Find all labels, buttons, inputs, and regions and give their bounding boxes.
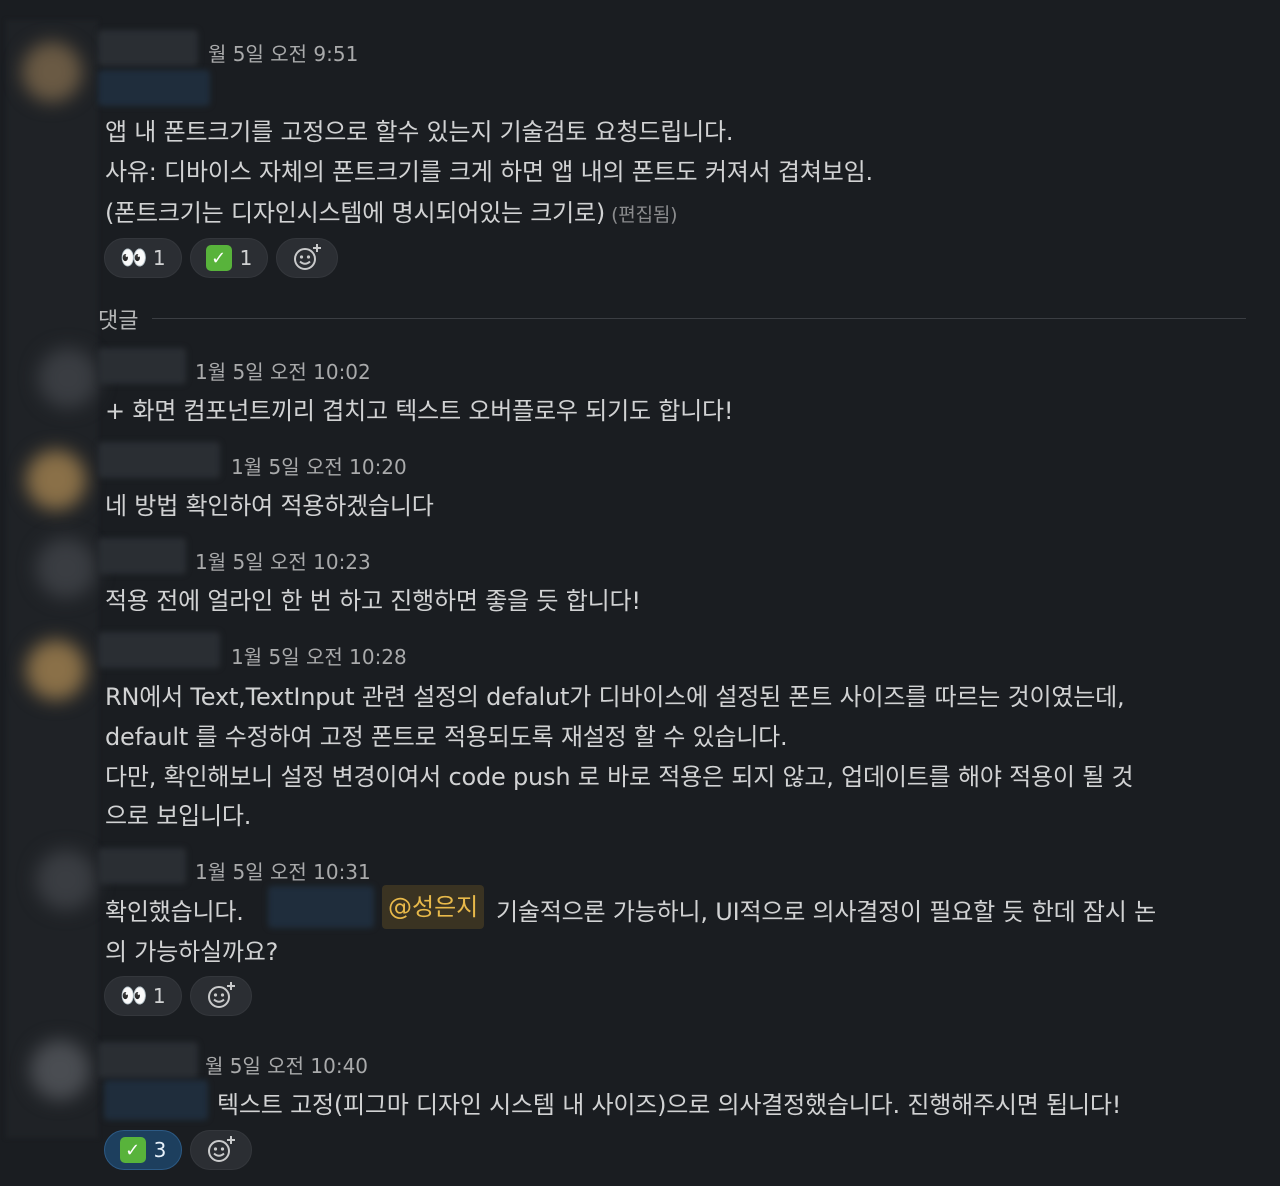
author-name-redacted[interactable] (104, 1080, 208, 1120)
slack-thread: 월 5일 오전 9:51 앱 내 폰트크기를 고정으로 할수 있는지 기술검토 … (0, 0, 1280, 1186)
message-text: 사유: 디바이스 자체의 폰트크기를 크게 하면 앱 내의 폰트도 커져서 겹쳐… (105, 158, 873, 186)
reaction-count: 3 (153, 1138, 167, 1162)
author-name-redacted[interactable] (98, 442, 220, 478)
add-emoji-icon (294, 244, 321, 270)
reaction-count: 1 (239, 246, 253, 270)
message-timestamp[interactable]: 월 5일 오전 10:40 (205, 1050, 368, 1079)
message-text: + 화면 컴포넌트끼리 겹치고 텍스트 오버플로우 되기도 합니다! (105, 397, 734, 425)
eyes-icon: 👀 (120, 245, 147, 271)
add-reaction-button[interactable] (190, 1130, 252, 1170)
author-name-redacted[interactable] (98, 1042, 198, 1078)
mention-redacted[interactable] (268, 886, 374, 928)
message-text: 적용 전에 얼라인 한 번 하고 진행하면 좋을 듯 합니다! (105, 587, 641, 615)
message-timestamp[interactable]: 월 5일 오전 9:51 (208, 38, 358, 67)
white-check-mark-icon: ✓ (119, 1137, 146, 1163)
message-text: default 를 수정하여 고정 폰트로 적용되도록 재설정 할 수 있습니다… (105, 723, 788, 751)
message-text: 확인했습니다. (105, 898, 244, 926)
message-text: 기술적으론 가능하니, UI적으로 의사결정이 필요할 듯 한데 잠시 논 (496, 898, 1156, 926)
message-text: 네 방법 확인하여 적용하겠습니다 (105, 492, 434, 520)
message-timestamp[interactable]: 1월 5일 오전 10:31 (195, 856, 371, 885)
message-text: 으로 보입니다. (105, 802, 252, 830)
message-text: (폰트크기는 디자인시스템에 명시되어있는 크기로) (편집됨) (105, 193, 678, 228)
thread-divider (152, 318, 1246, 319)
author-name-redacted[interactable] (98, 848, 186, 884)
reaction-eyes[interactable]: 👀 1 (104, 976, 182, 1016)
white-check-mark-icon: ✓ (205, 245, 232, 271)
edited-label: (편집됨) (611, 204, 678, 226)
user-mention[interactable]: @성은지 (382, 885, 485, 929)
message-timestamp[interactable]: 1월 5일 오전 10:20 (231, 451, 407, 480)
message-text: 앱 내 폰트크기를 고정으로 할수 있는지 기술검토 요청드립니다. (105, 118, 734, 146)
add-emoji-icon (208, 982, 235, 1008)
avatar[interactable] (26, 450, 86, 510)
message-text: 텍스트 고정(피그마 디자인 시스템 내 사이즈)으로 의사결정했습니다. 진행… (217, 1091, 1122, 1119)
message-timestamp[interactable]: 1월 5일 오전 10:02 (195, 356, 371, 385)
reaction-count: 1 (152, 246, 166, 270)
author-name-redacted[interactable] (98, 70, 210, 106)
reaction-check[interactable]: ✓ 1 (190, 238, 268, 278)
message-text: 다만, 확인해보니 설정 변경이여서 code push 로 바로 적용은 되지… (105, 763, 1134, 791)
message-timestamp[interactable]: 1월 5일 오전 10:23 (195, 546, 371, 575)
reaction-count: 1 (152, 984, 166, 1008)
avatar[interactable] (36, 850, 96, 910)
add-reaction-button[interactable] (276, 238, 338, 278)
reaction-check[interactable]: ✓ 3 (104, 1130, 182, 1170)
message-text: 의 가능하실까요? (105, 938, 279, 966)
message-timestamp[interactable]: 1월 5일 오전 10:28 (231, 641, 407, 670)
message-text-line: (폰트크기는 디자인시스템에 명시되어있는 크기로) (105, 199, 606, 227)
avatar[interactable] (22, 42, 82, 102)
add-emoji-icon (208, 1136, 235, 1162)
author-name-redacted[interactable] (98, 538, 186, 574)
avatar[interactable] (26, 640, 86, 700)
avatar[interactable] (38, 348, 98, 408)
add-reaction-button[interactable] (190, 976, 252, 1016)
message-text: RN에서 Text,TextInput 관련 설정의 defalut가 디바이스… (105, 683, 1125, 711)
eyes-icon: 👀 (120, 983, 147, 1009)
author-name-redacted[interactable] (98, 632, 220, 668)
reaction-eyes[interactable]: 👀 1 (104, 238, 182, 278)
avatar[interactable] (36, 538, 96, 598)
thread-divider-label: 댓글 (98, 309, 139, 334)
author-name-redacted[interactable] (98, 30, 198, 66)
avatar[interactable] (30, 1040, 90, 1100)
author-name-redacted[interactable] (98, 348, 186, 384)
